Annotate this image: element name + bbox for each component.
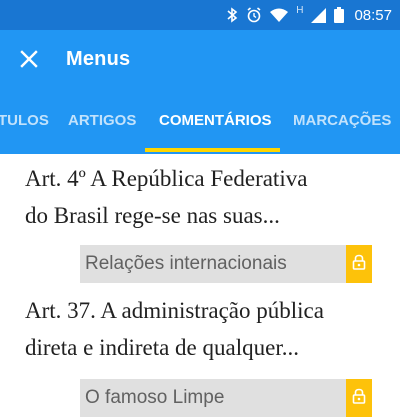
- lock-icon: [352, 388, 366, 409]
- battery-icon: [334, 7, 345, 23]
- article-line: direta e indireta de qualquer...: [25, 335, 299, 360]
- tab-artigos[interactable]: ARTIGOS: [68, 112, 136, 129]
- tab-indicator: [145, 148, 280, 152]
- app-title: Menus: [66, 48, 131, 70]
- close-icon: [20, 49, 38, 73]
- signal-icon: [311, 7, 327, 23]
- network-type-label: H: [296, 5, 304, 16]
- tab-bar: TULOS ARTIGOS COMENTÁRIOS MARCAÇÕES: [0, 90, 400, 154]
- close-button[interactable]: [14, 46, 44, 76]
- app-bar: Menus: [0, 30, 400, 90]
- article-line: do Brasil rege-se nas suas...: [25, 203, 280, 228]
- status-bar: H 08:57: [0, 0, 400, 30]
- alarm-icon: [246, 7, 262, 23]
- article-preview[interactable]: Art. 4º A República Federativa do Brasil…: [25, 160, 385, 234]
- status-time: 08:57: [354, 6, 392, 24]
- comments-list: Art. 4º A República Federativa do Brasil…: [0, 154, 400, 420]
- lock-icon: [352, 254, 366, 275]
- tab-marcacoes[interactable]: MARCAÇÕES: [293, 112, 391, 129]
- status-icons: H 08:57: [226, 5, 392, 25]
- wifi-icon: [270, 8, 289, 22]
- tab-comentarios[interactable]: COMENTÁRIOS: [159, 112, 272, 129]
- article-line: Art. 4º A República Federativa: [25, 166, 308, 191]
- bluetooth-icon: [226, 7, 238, 23]
- comment-text[interactable]: O famoso Limpe: [80, 379, 346, 417]
- article-preview[interactable]: Art. 37. A administração pública direta …: [25, 292, 385, 366]
- lock-button[interactable]: [346, 379, 372, 417]
- comment-text[interactable]: Relações internacionais: [80, 245, 346, 283]
- tab-titulos[interactable]: TULOS: [0, 112, 49, 129]
- lock-button[interactable]: [346, 245, 372, 283]
- article-line: Art. 37. A administração pública: [25, 298, 324, 323]
